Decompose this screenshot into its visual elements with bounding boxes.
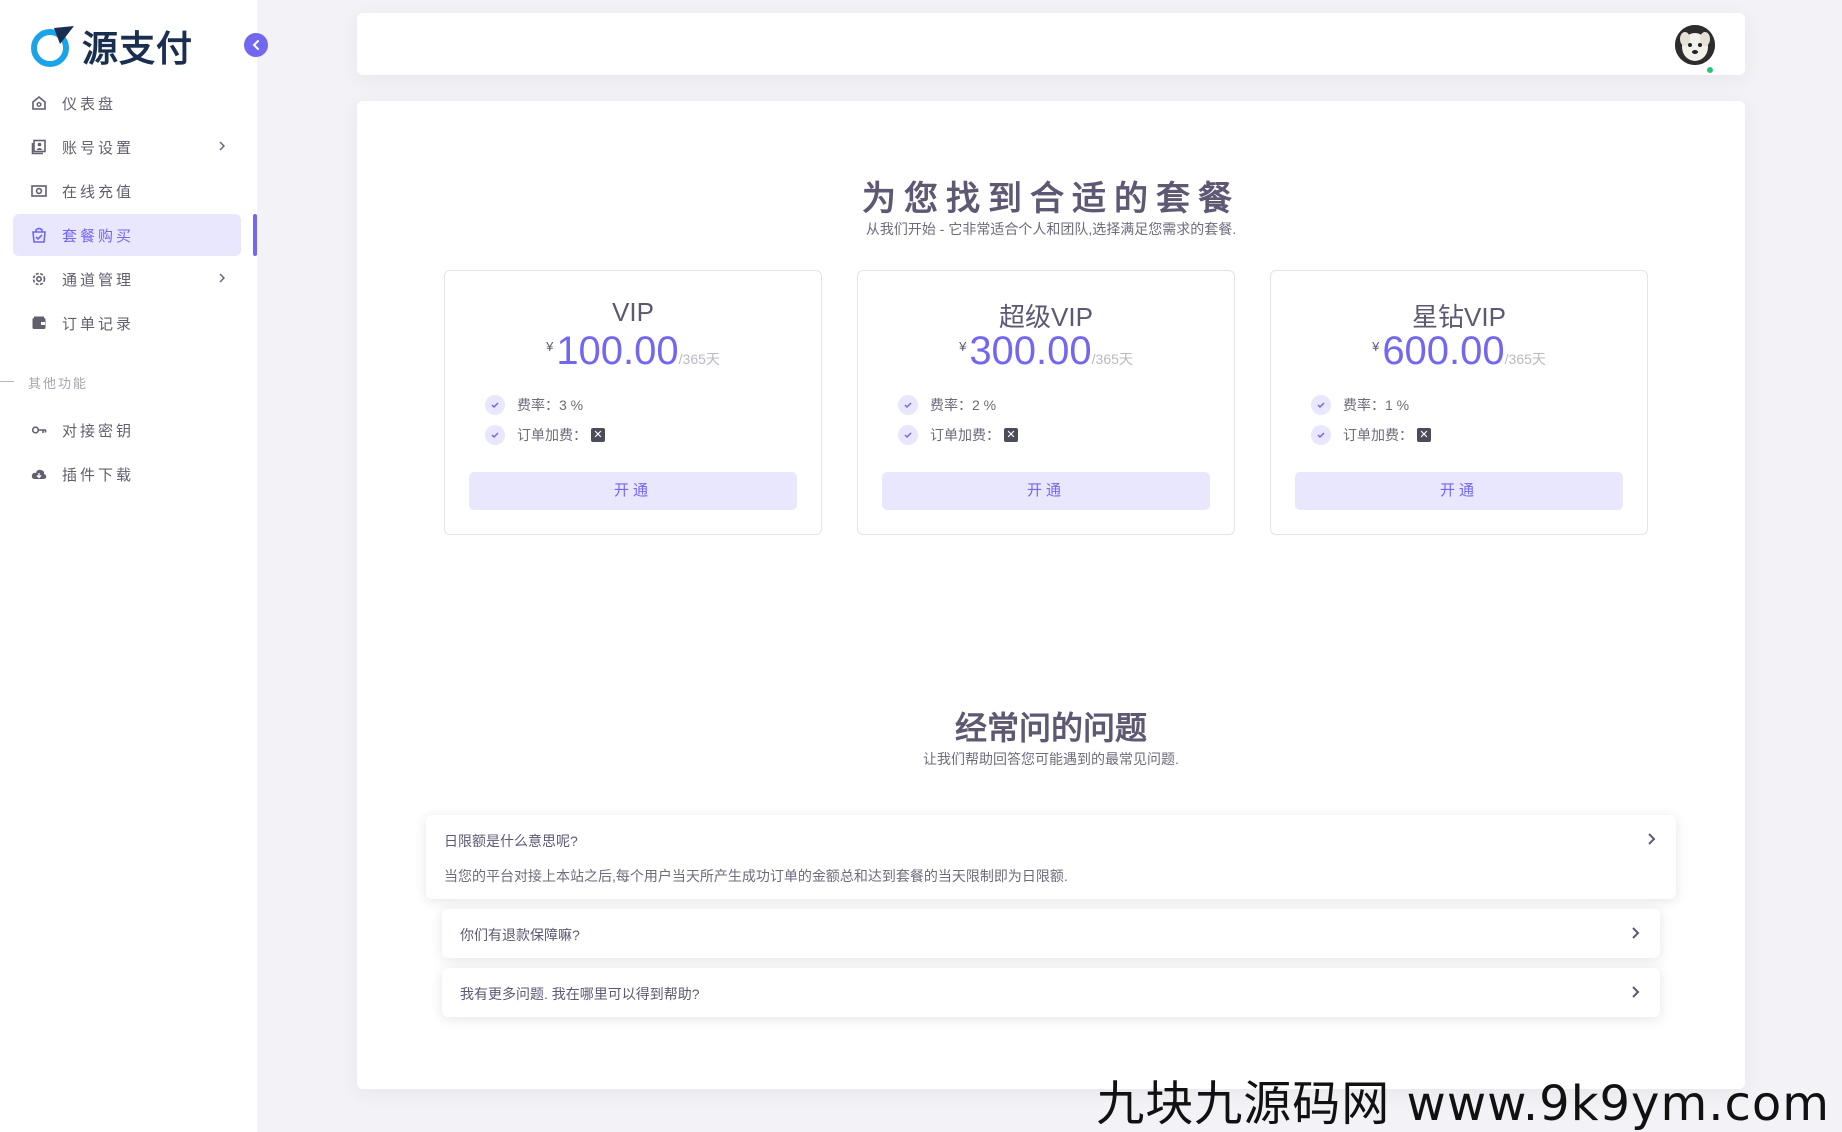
- plan-feature-order-fee: 订单加费： ✕: [1311, 425, 1431, 445]
- check-icon: [1311, 395, 1331, 415]
- chevron-right-icon: [217, 139, 227, 157]
- plan-activate-button[interactable]: 开通: [469, 472, 797, 510]
- main-content-card: 为您找到合适的套餐 从我们开始 - 它非常适合个人和团队,选择满足您需求的套餐.…: [357, 101, 1745, 1089]
- plan-price: ¥600.00/365天: [1271, 329, 1647, 374]
- plan-activate-button[interactable]: 开通: [882, 472, 1210, 510]
- plan-card-vip: VIP ¥100.00/365天 费率：3 % 订单加费： ✕ 开通: [444, 270, 822, 535]
- sidebar-item-online-recharge[interactable]: 在线充值: [13, 170, 241, 212]
- sidebar-nav-secondary: 对接密钥 插件下载: [13, 409, 241, 497]
- plan-price: ¥100.00/365天: [445, 329, 821, 374]
- plan-feature-order-fee: 订单加费： ✕: [898, 425, 1018, 445]
- gear-icon: [30, 270, 48, 288]
- section-label-other-features: 其他功能: [28, 376, 89, 391]
- avatar-image-icon: [1675, 25, 1715, 65]
- plan-period: /365天: [678, 351, 720, 367]
- sidebar-item-label: 插件下载: [62, 466, 135, 484]
- faq-title: 经常问的问题: [954, 710, 1147, 746]
- plan-card-super-vip: 超级VIP ¥300.00/365天 费率：2 % 订单加费： ✕ 开通: [857, 270, 1235, 535]
- plan-feature-text: 费率：1 %: [1343, 397, 1410, 413]
- sidebar-item-api-key[interactable]: 对接密钥: [13, 409, 241, 451]
- check-icon: [485, 425, 505, 445]
- pricing-subtitle: 从我们开始 - 它非常适合个人和团队,选择满足您需求的套餐.: [865, 221, 1237, 237]
- logo-text: 源支付: [82, 28, 194, 70]
- sidebar-item-label: 在线充值: [62, 183, 135, 201]
- plan-feature-text: 费率：3 %: [517, 397, 584, 413]
- sidebar: 源支付 仪表盘 账号设置 在线充值 套餐购买 通道管理 订单记录 其他功能 对接…: [0, 0, 268, 1132]
- check-icon: [1311, 425, 1331, 445]
- plan-period: /365天: [1091, 351, 1133, 367]
- sidebar-item-package-purchase[interactable]: 套餐购买: [13, 214, 241, 256]
- home-icon: [30, 94, 48, 112]
- faq-question: 日限额是什么意思呢?: [444, 833, 578, 849]
- check-icon: [898, 425, 918, 445]
- sidebar-item-label: 对接密钥: [62, 422, 135, 440]
- faq-question: 我有更多问题. 我在哪里可以得到帮助?: [460, 986, 700, 1002]
- sidebar-item-label: 仪表盘: [62, 95, 117, 113]
- plan-amount: 100.00: [556, 329, 679, 373]
- sidebar-item-channel-management[interactable]: 通道管理: [13, 258, 241, 300]
- online-status-indicator: [1705, 65, 1715, 75]
- user-avatar[interactable]: [1675, 25, 1715, 65]
- sidebar-item-label: 账号设置: [62, 139, 135, 157]
- plan-period: /365天: [1504, 351, 1546, 367]
- sidebar-nav: 仪表盘 账号设置 在线充值 套餐购买 通道管理 订单记录: [13, 82, 241, 346]
- chevron-right-icon: [1630, 925, 1642, 946]
- plan-amount: 600.00: [1382, 329, 1505, 373]
- plan-feature-fee-rate: 费率：2 %: [898, 395, 996, 415]
- check-icon: [898, 395, 918, 415]
- faq-answer: 当您的平台对接上本站之后,每个用户当天所产生成功订单的金额总和达到套餐的当天限制…: [444, 868, 1068, 884]
- chevron-right-icon: [1630, 984, 1642, 1005]
- faq-question: 你们有退款保障嘛?: [460, 927, 580, 943]
- user-id-icon: [30, 138, 48, 156]
- cross-box-icon: ✕: [1004, 428, 1018, 442]
- plan-feature-fee-rate: 费率：3 %: [485, 395, 583, 415]
- money-icon: [30, 182, 48, 200]
- faq-item-more-help[interactable]: 我有更多问题. 我在哪里可以得到帮助?: [442, 968, 1660, 1017]
- sidebar-item-label: 订单记录: [62, 315, 135, 333]
- plan-feature-text: 订单加费：: [930, 427, 1000, 443]
- sidebar-item-account-settings[interactable]: 账号设置: [13, 126, 241, 168]
- pricing-title: 为您找到合适的套餐: [862, 180, 1240, 218]
- brand-logo[interactable]: 源支付: [30, 24, 193, 70]
- check-icon: [485, 395, 505, 415]
- watermark-text: 九块九源码网 www.9k9ym.com: [1096, 1076, 1830, 1132]
- cross-box-icon: ✕: [591, 428, 605, 442]
- plan-feature-fee-rate: 费率：1 %: [1311, 395, 1409, 415]
- sidebar-item-label: 通道管理: [62, 271, 135, 289]
- plan-price: ¥300.00/365天: [858, 329, 1234, 374]
- chevron-right-icon: [217, 271, 227, 289]
- sidebar-collapse-button[interactable]: [244, 33, 268, 57]
- active-indicator: [253, 214, 257, 256]
- plan-feature-text: 订单加费：: [1343, 427, 1413, 443]
- sidebar-item-order-records[interactable]: 订单记录: [13, 302, 241, 344]
- wallet-icon: [30, 314, 48, 332]
- plan-feature-text: 订单加费：: [517, 427, 587, 443]
- logo-mark-icon: [31, 26, 74, 67]
- chevron-right-icon: [1646, 831, 1658, 852]
- plan-name: VIP: [612, 297, 654, 327]
- faq-subtitle: 让我们帮助回答您可能遇到的最常见问题.: [923, 751, 1179, 767]
- sidebar-item-dashboard[interactable]: 仪表盘: [13, 82, 241, 124]
- cloud-download-icon: [30, 465, 48, 483]
- key-icon: [30, 421, 48, 439]
- plan-amount: 300.00: [969, 329, 1092, 373]
- plan-currency: ¥: [546, 339, 554, 354]
- plan-card-diamond-vip: 星钻VIP ¥600.00/365天 费率：1 % 订单加费： ✕ 开通: [1270, 270, 1648, 535]
- chevron-left-icon: [252, 40, 259, 50]
- plan-currency: ¥: [959, 339, 967, 354]
- top-navbar: [357, 13, 1745, 75]
- sidebar-item-label: 套餐购买: [62, 227, 135, 245]
- section-divider: [0, 381, 14, 382]
- plan-feature-order-fee: 订单加费： ✕: [485, 425, 605, 445]
- pricing-plans: VIP ¥100.00/365天 费率：3 % 订单加费： ✕ 开通 超级VIP…: [444, 270, 1648, 535]
- plan-currency: ¥: [1372, 339, 1380, 354]
- faq-item-daily-limit[interactable]: 日限额是什么意思呢? 当您的平台对接上本站之后,每个用户当天所产生成功订单的金额…: [426, 815, 1676, 899]
- shopping-bag-icon: [30, 226, 48, 244]
- plan-feature-text: 费率：2 %: [930, 397, 997, 413]
- sidebar-item-plugin-download[interactable]: 插件下载: [13, 453, 241, 495]
- plan-activate-button[interactable]: 开通: [1295, 472, 1623, 510]
- cross-box-icon: ✕: [1417, 428, 1431, 442]
- faq-item-refund[interactable]: 你们有退款保障嘛?: [442, 909, 1660, 958]
